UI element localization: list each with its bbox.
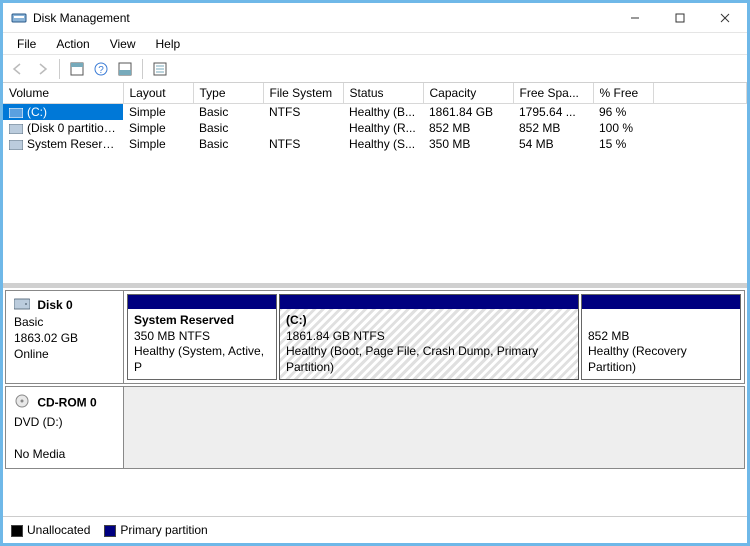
menubar: File Action View Help: [3, 33, 747, 55]
disk-type: Basic: [14, 315, 43, 329]
col-free-space[interactable]: Free Spa...: [513, 83, 593, 103]
volume-type: Basic: [193, 136, 263, 152]
volume-name: System Reserved: [27, 137, 122, 151]
cdrom-body: [124, 387, 744, 468]
legend: Unallocated Primary partition: [3, 516, 747, 543]
partition-c[interactable]: (C:) 1861.84 GB NTFS Healthy (Boot, Page…: [279, 294, 579, 380]
volume-icon: [9, 123, 23, 133]
toolbar-separator: [59, 59, 60, 79]
cdrom-state: No Media: [14, 447, 65, 461]
partition-info: 852 MB: [588, 329, 629, 343]
partition-recovery[interactable]: 852 MB Healthy (Recovery Partition): [581, 294, 741, 380]
disk-row-disk0[interactable]: Disk 0 Basic 1863.02 GB Online System Re…: [5, 290, 745, 384]
partition-status: Healthy (Boot, Page File, Crash Dump, Pr…: [286, 344, 538, 374]
volume-name: (C:): [27, 105, 47, 119]
volume-fs: NTFS: [263, 136, 343, 152]
legend-unallocated: Unallocated: [11, 523, 90, 537]
forward-button[interactable]: [31, 58, 53, 80]
volume-list-pane: Volume Layout Type File System Status Ca…: [3, 83, 747, 288]
cdrom-icon: [14, 398, 33, 412]
menu-help[interactable]: Help: [146, 35, 191, 53]
menu-file[interactable]: File: [7, 35, 46, 53]
toolbar: ?: [3, 55, 747, 83]
partition-status: Healthy (Recovery Partition): [588, 344, 687, 374]
volume-layout: Simple: [123, 103, 193, 120]
swatch-primary: [104, 525, 116, 537]
menu-view[interactable]: View: [100, 35, 146, 53]
partition-stripe: [128, 295, 276, 309]
view-list-button[interactable]: [149, 58, 171, 80]
legend-primary: Primary partition: [104, 523, 207, 537]
partition-stripe: [280, 295, 578, 309]
maximize-button[interactable]: [657, 4, 702, 32]
volume-fs: [263, 120, 343, 136]
volume-pct: 96 %: [593, 103, 653, 120]
column-header-row[interactable]: Volume Layout Type File System Status Ca…: [3, 83, 747, 103]
volume-capacity: 852 MB: [423, 120, 513, 136]
col-filesystem[interactable]: File System: [263, 83, 343, 103]
partition-stripe: [582, 295, 740, 309]
volume-capacity: 350 MB: [423, 136, 513, 152]
partition-info: 1861.84 GB NTFS: [286, 329, 385, 343]
volume-icon: [9, 139, 23, 149]
volume-layout: Simple: [123, 120, 193, 136]
minimize-button[interactable]: [612, 4, 657, 32]
volume-status: Healthy (S...: [343, 136, 423, 152]
app-icon: [11, 10, 27, 26]
disk-header[interactable]: Disk 0 Basic 1863.02 GB Online: [6, 291, 124, 383]
table-row[interactable]: System ReservedSimpleBasicNTFSHealthy (S…: [3, 136, 747, 152]
cdrom-sub: DVD (D:): [14, 415, 63, 429]
table-row[interactable]: (Disk 0 partition 3)SimpleBasic Healthy (…: [3, 120, 747, 136]
view-top-button[interactable]: [66, 58, 88, 80]
graphical-view: Disk 0 Basic 1863.02 GB Online System Re…: [3, 288, 747, 516]
disk-row-cdrom[interactable]: CD-ROM 0 DVD (D:) No Media: [5, 386, 745, 469]
volume-table[interactable]: Volume Layout Type File System Status Ca…: [3, 83, 747, 152]
disk-icon: [14, 299, 33, 313]
disk-size: 1863.02 GB: [14, 331, 78, 345]
volume-fs: NTFS: [263, 103, 343, 120]
partition-info: 350 MB NTFS: [134, 329, 210, 343]
volume-capacity: 1861.84 GB: [423, 103, 513, 120]
volume-icon: [9, 107, 23, 117]
col-volume[interactable]: Volume: [3, 83, 123, 103]
volume-layout: Simple: [123, 136, 193, 152]
back-button[interactable]: [7, 58, 29, 80]
toolbar-separator: [142, 59, 143, 79]
cdrom-title: CD-ROM 0: [37, 396, 96, 410]
col-type[interactable]: Type: [193, 83, 263, 103]
partition-system-reserved[interactable]: System Reserved 350 MB NTFS Healthy (Sys…: [127, 294, 277, 380]
volume-pct: 15 %: [593, 136, 653, 152]
swatch-unallocated: [11, 525, 23, 537]
disk-header[interactable]: CD-ROM 0 DVD (D:) No Media: [6, 387, 124, 468]
table-row[interactable]: (C:) SimpleBasicNTFSHealthy (B...1861.84 …: [3, 103, 747, 120]
volume-name: (Disk 0 partition 3): [27, 121, 123, 135]
view-bottom-button[interactable]: [114, 58, 136, 80]
partition-name: (C:): [286, 313, 307, 327]
disk-body: System Reserved 350 MB NTFS Healthy (Sys…: [124, 291, 744, 383]
close-button[interactable]: [702, 4, 747, 32]
titlebar: Disk Management: [3, 3, 747, 33]
col-spacer: [653, 83, 747, 103]
volume-type: Basic: [193, 120, 263, 136]
volume-type: Basic: [193, 103, 263, 120]
window-title: Disk Management: [33, 11, 612, 25]
col-layout[interactable]: Layout: [123, 83, 193, 103]
volume-free: 54 MB: [513, 136, 593, 152]
volume-free: 852 MB: [513, 120, 593, 136]
col-pct-free[interactable]: % Free: [593, 83, 653, 103]
volume-free: 1795.64 ...: [513, 103, 593, 120]
col-capacity[interactable]: Capacity: [423, 83, 513, 103]
volume-status: Healthy (B...: [343, 103, 423, 120]
disk-title: Disk 0: [37, 298, 72, 312]
volume-status: Healthy (R...: [343, 120, 423, 136]
col-status[interactable]: Status: [343, 83, 423, 103]
svg-text:?: ?: [98, 65, 104, 76]
partition-status: Healthy (System, Active, P: [134, 344, 264, 374]
help-button[interactable]: ?: [90, 58, 112, 80]
disk-state: Online: [14, 347, 49, 361]
partition-name: System Reserved: [134, 313, 234, 327]
menu-action[interactable]: Action: [46, 35, 99, 53]
volume-pct: 100 %: [593, 120, 653, 136]
